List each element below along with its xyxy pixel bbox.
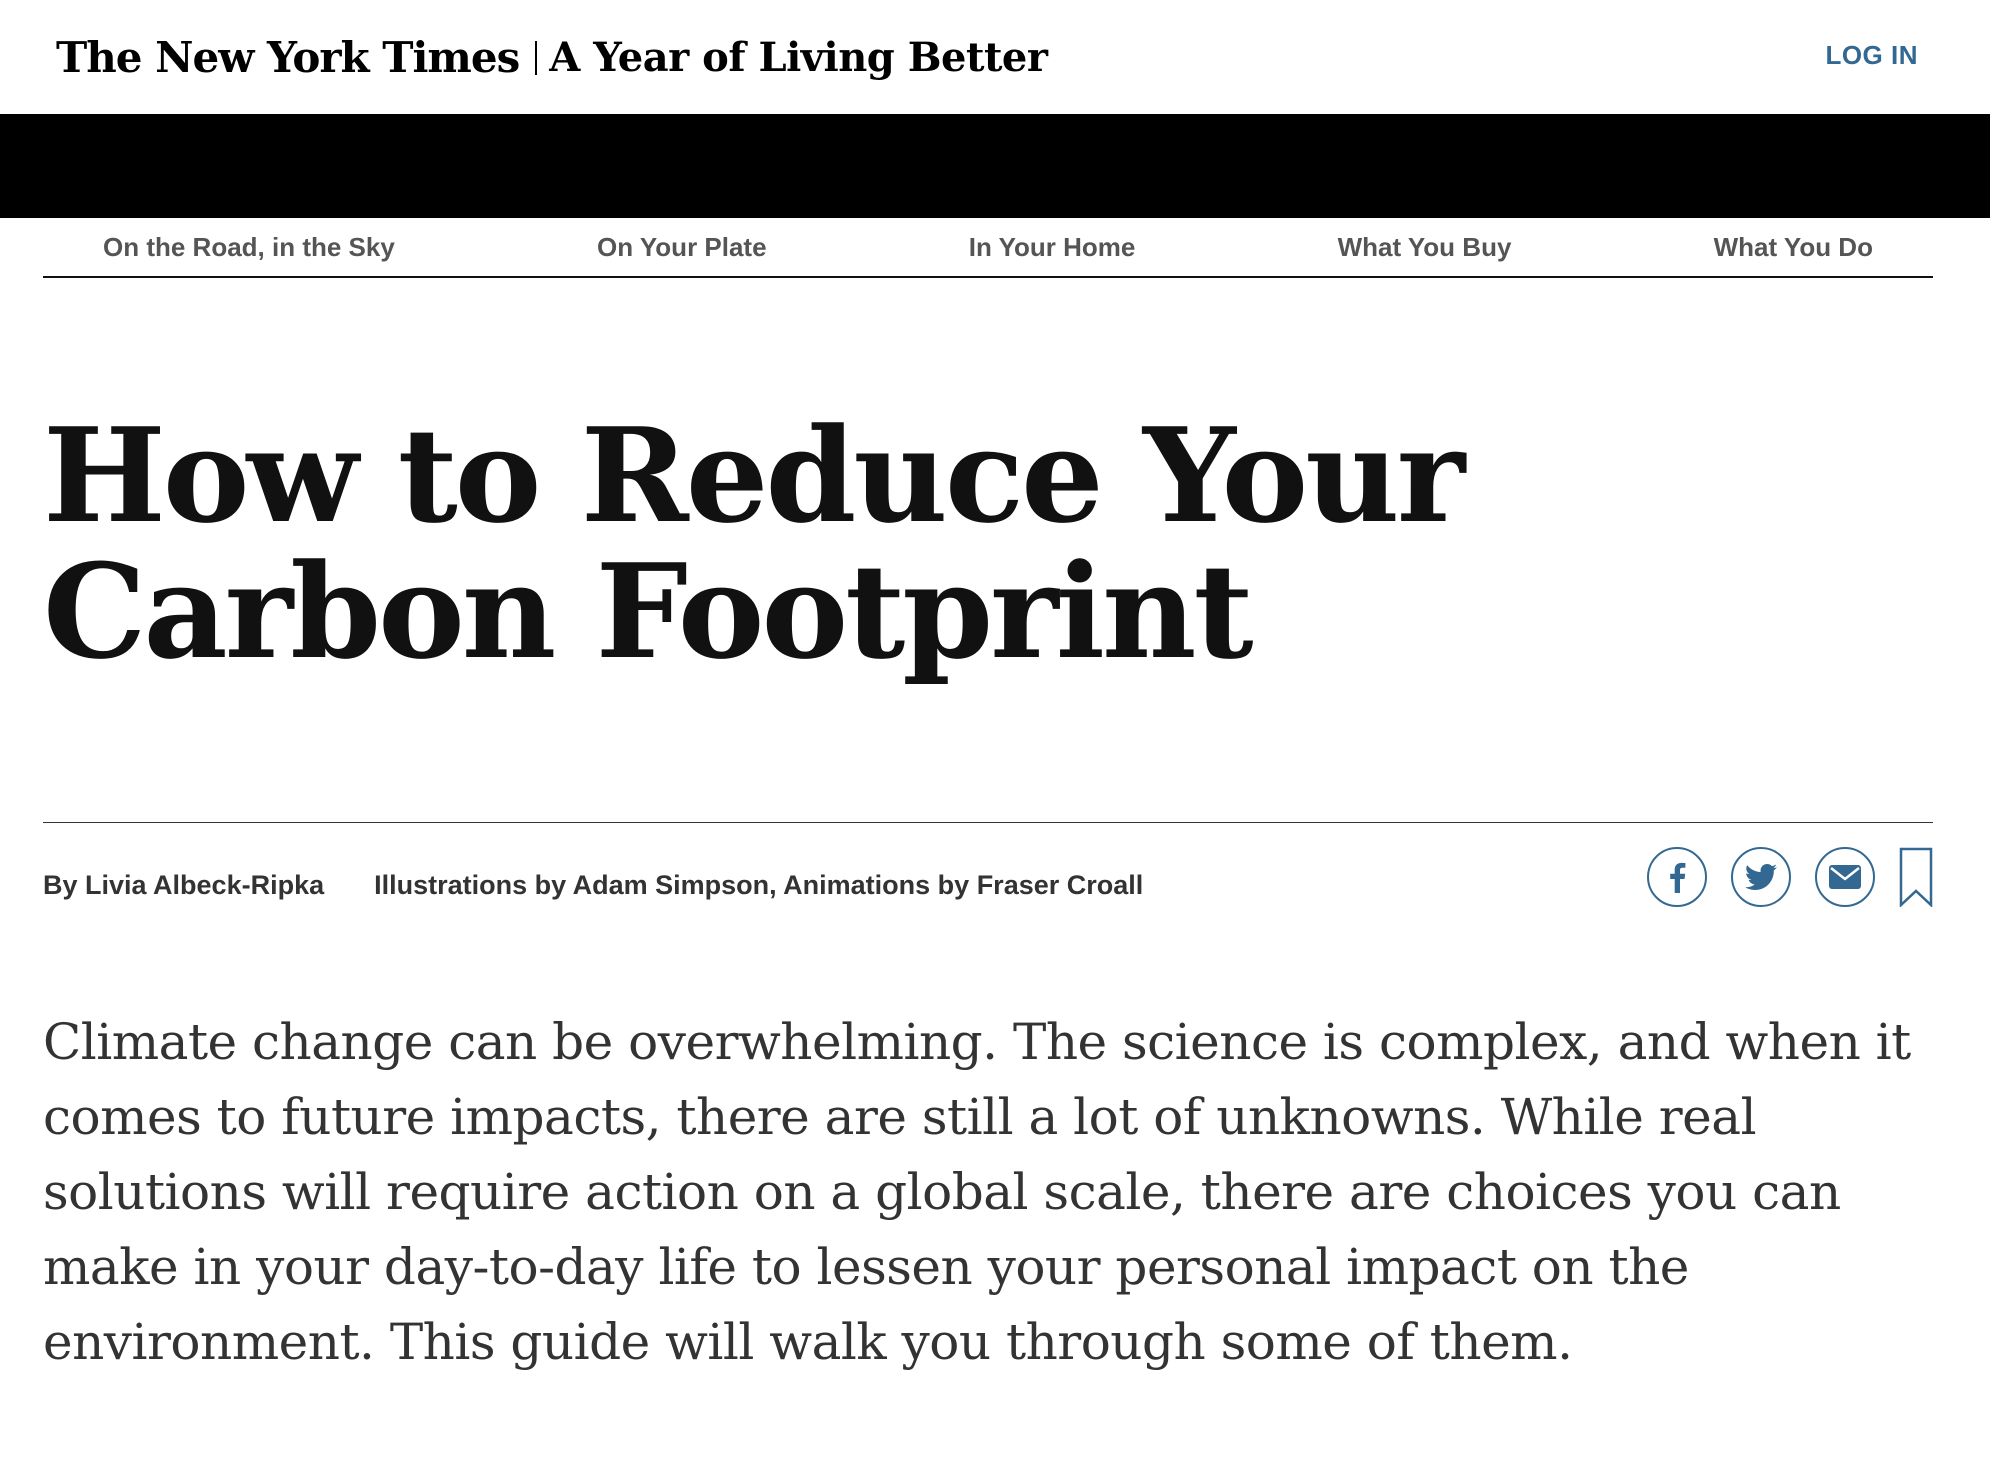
brand: The New York Times A Year of Living Bett… bbox=[56, 28, 1048, 88]
facebook-icon bbox=[1670, 862, 1686, 893]
share-tools bbox=[1647, 846, 1933, 908]
bookmark-button[interactable] bbox=[1899, 846, 1933, 908]
illustration-credits: Illustrations by Adam Simpson, Animation… bbox=[374, 870, 1144, 900]
byline-divider bbox=[43, 822, 1933, 823]
nav-item-buy[interactable]: What You Buy bbox=[1338, 232, 1512, 263]
brand-divider bbox=[535, 41, 538, 75]
twitter-icon bbox=[1745, 864, 1777, 890]
nav-item-do[interactable]: What You Do bbox=[1714, 232, 1873, 263]
byline: By Livia Albeck-Ripka Illustrations by A… bbox=[43, 870, 1143, 901]
section-title[interactable]: A Year of Living Better bbox=[549, 38, 1048, 78]
article-headline: How to Reduce Your Carbon Footprint bbox=[43, 399, 1465, 688]
login-button[interactable]: LOG IN bbox=[1825, 40, 1918, 71]
nav-item-home[interactable]: In Your Home bbox=[969, 232, 1136, 263]
site-header: The New York Times A Year of Living Bett… bbox=[0, 0, 1990, 114]
bookmark-icon bbox=[1899, 847, 1933, 907]
email-icon bbox=[1829, 865, 1861, 889]
nav-item-road-sky[interactable]: On the Road, in the Sky bbox=[103, 232, 395, 263]
twitter-share-button[interactable] bbox=[1731, 847, 1791, 907]
header-band bbox=[0, 114, 1990, 218]
section-nav: On the Road, in the Sky On Your Plate In… bbox=[43, 218, 1933, 278]
nyt-logo[interactable]: The New York Times bbox=[56, 37, 520, 79]
author-byline: By Livia Albeck-Ripka bbox=[43, 870, 325, 900]
nav-item-plate[interactable]: On Your Plate bbox=[597, 232, 767, 263]
email-share-button[interactable] bbox=[1815, 847, 1875, 907]
facebook-share-button[interactable] bbox=[1647, 847, 1707, 907]
article-intro: Climate change can be overwhelming. The … bbox=[43, 1013, 1911, 1371]
